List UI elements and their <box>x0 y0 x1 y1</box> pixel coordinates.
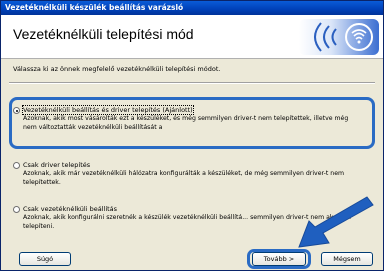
help-button[interactable]: Súgó <box>19 252 71 266</box>
option-label[interactable]: Csak vezetéknélküli beállítás <box>23 205 117 213</box>
divider <box>9 82 375 84</box>
window-title: Vezetéknélküli készülék beállítás varázs… <box>1 1 383 15</box>
pointer-arrow-icon <box>298 196 374 248</box>
option-description: Azoknak, akik most vásárolták ezt a kész… <box>23 115 349 131</box>
option-description: Azoknak, akik már vezetéknélküli hálózat… <box>23 170 345 186</box>
instruction-text: Válassza ki az önnek megfelelő vezetékné… <box>13 65 221 73</box>
installer-window: Vezetéknélküli készülék beállítás varázs… <box>0 0 384 271</box>
header-banner: Vezetéknélküli telepítési mód <box>1 15 383 59</box>
page-title: Vezetéknélküli telepítési mód <box>13 26 194 42</box>
radio-wireless-and-driver[interactable] <box>13 107 20 114</box>
radio-wireless-only[interactable] <box>13 206 20 213</box>
option-label[interactable]: Vezetéknélküli beállítás és driver telep… <box>22 105 194 115</box>
wireless-logo <box>299 19 379 55</box>
option-label[interactable]: Csak driver telepítés <box>23 161 90 169</box>
radio-driver-only[interactable] <box>13 162 20 169</box>
